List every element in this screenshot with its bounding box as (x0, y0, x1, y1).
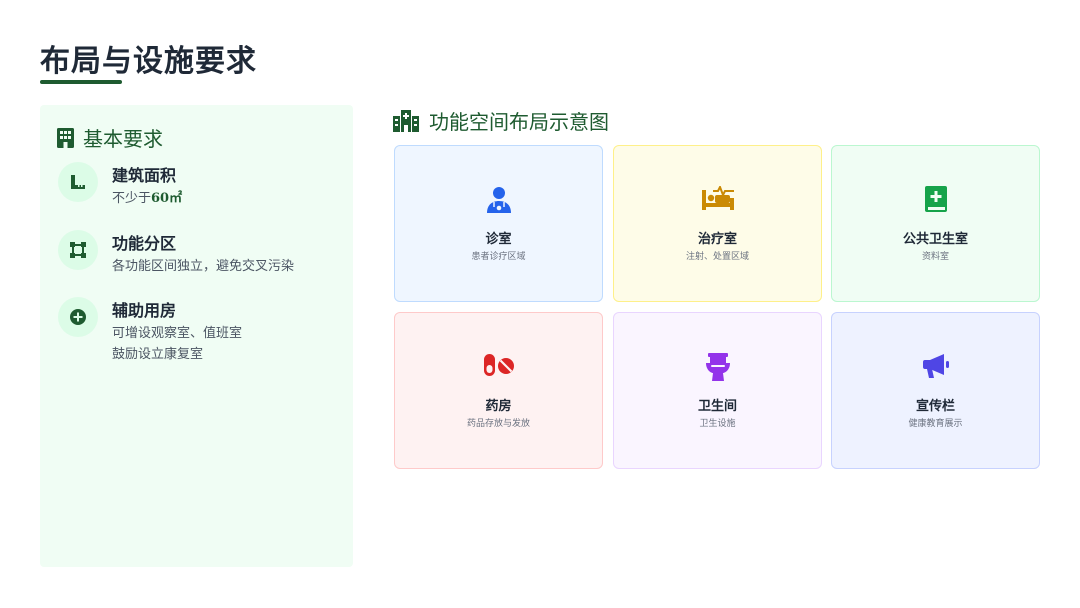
medical-book-icon (924, 186, 947, 212)
room-desc: 药品存放与发放 (466, 419, 530, 429)
requirement-item-zoning: 功能分区 各功能区间独立，避免交叉污染 (58, 230, 348, 280)
requirement-title: 功能分区 (112, 234, 177, 253)
requirement-desc: 可增设观察室、值班室 鼓励设立康复室 (112, 326, 243, 362)
room-name: 治疗室 (697, 232, 737, 247)
pills-icon (483, 354, 514, 376)
room-name: 公共卫生室 (902, 232, 968, 247)
ruler-icon (71, 175, 85, 189)
room-desc: 注射、处置区域 (685, 252, 749, 262)
hospital-buildings-icon (393, 109, 419, 132)
doctor-icon (486, 187, 511, 213)
room-name: 宣传栏 (915, 399, 955, 414)
requirement-desc: 不少于60㎡ (112, 191, 183, 206)
toilet-icon (705, 353, 730, 381)
requirement-item-auxiliary: 辅助用房 可增设观察室、值班室 鼓励设立康复室 (58, 297, 348, 367)
room-desc: 资料室 (921, 252, 949, 262)
room-desc: 卫生设施 (699, 419, 736, 429)
requirement-desc: 各功能区间独立，避免交叉污染 (112, 259, 295, 274)
basic-requirements-title: 基本要求 (83, 127, 163, 151)
vector-square-icon (70, 242, 86, 258)
title-underline (40, 80, 122, 84)
requirement-item-area: 建筑面积 不少于60㎡ (58, 162, 348, 212)
layout-section-title: 功能空间布局示意图 (429, 110, 609, 134)
basic-requirements-panel: 基本要求 建筑面积 不少于60㎡ 功能分区 各功能区间独立，避免交叉污染 辅助用… (40, 105, 353, 567)
room-desc: 患者诊疗区域 (471, 252, 526, 262)
room-name: 卫生间 (697, 399, 737, 414)
requirement-title: 建筑面积 (112, 166, 177, 185)
room-card-treatment[interactable]: 治疗室 注射、处置区域 (613, 145, 822, 302)
building-icon (57, 127, 74, 148)
room-card-public-health[interactable]: 公共卫生室 资料室 (831, 145, 1040, 302)
room-card-pharmacy[interactable]: 药房 药品存放与发放 (394, 312, 603, 469)
megaphone-icon (922, 354, 949, 378)
room-card-restroom[interactable]: 卫生间 卫生设施 (613, 312, 822, 469)
basic-requirements-heading: 基本要求 (57, 123, 163, 152)
room-name: 药房 (485, 399, 512, 414)
requirement-title: 辅助用房 (112, 301, 177, 320)
room-card-bulletin[interactable]: 宣传栏 健康教育展示 (831, 312, 1040, 469)
bed-pulse-icon (701, 186, 734, 210)
room-card-consultation[interactable]: 诊室 患者诊疗区域 (394, 145, 603, 302)
page-title: 布局与设施要求 (40, 44, 257, 79)
layout-section-heading: 功能空间布局示意图 (393, 106, 609, 135)
room-desc: 健康教育展示 (908, 419, 963, 429)
room-name: 诊室 (485, 232, 512, 247)
plus-circle-icon (70, 309, 86, 325)
